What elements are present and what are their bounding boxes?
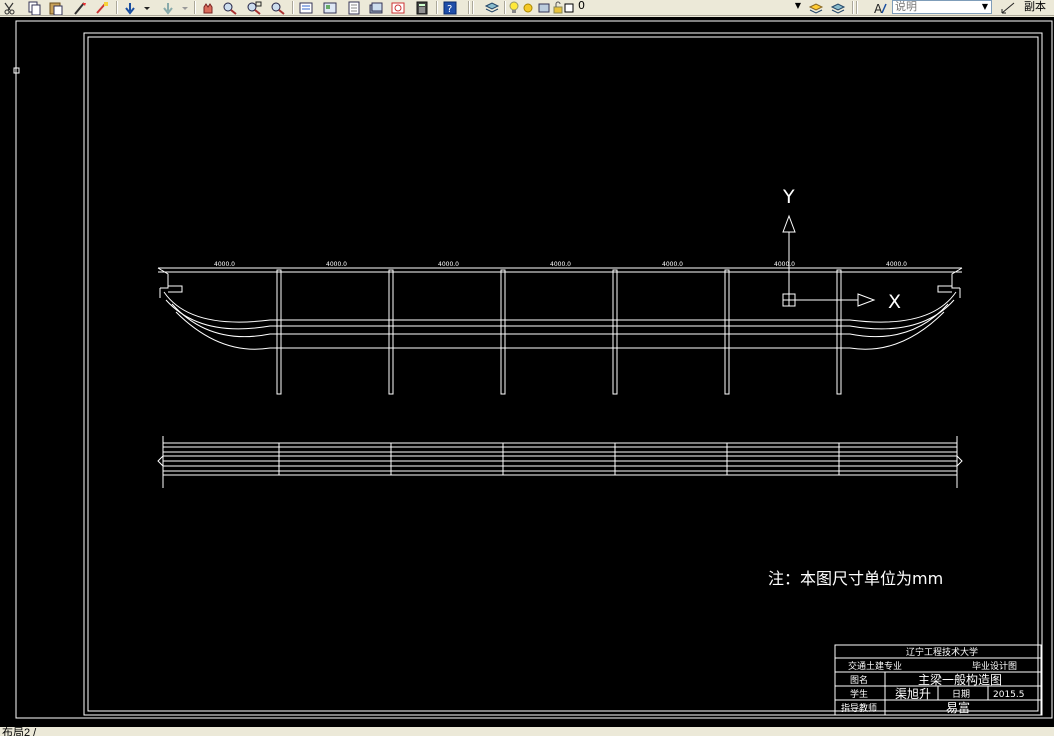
date-value: 2015.5 [993, 690, 1025, 700]
student-label: 学生 [850, 688, 868, 700]
matchprop-icon[interactable] [72, 0, 88, 15]
dimension-label: 4000.0 [662, 261, 683, 268]
ucs-icon [782, 214, 876, 307]
major-label: 交通土建专业 [848, 660, 902, 672]
svg-text:?: ? [447, 4, 452, 15]
units-note: 注：本图尺寸单位为mm [768, 569, 943, 588]
advisor-label: 指导教师 [841, 702, 877, 714]
drawing-canvas[interactable]: 4000.0 4000.0 4000.0 4000.0 4000.0 4000.… [0, 17, 1054, 727]
design-type-label: 毕业设计图 [972, 660, 1017, 672]
layer-unlock-icon[interactable] [552, 0, 564, 14]
layout-tabs-bar: 布局2 / [0, 727, 1054, 736]
paper-boundary [15, 20, 1053, 719]
toolbar-separator [852, 1, 854, 14]
toolbar-separator [504, 1, 506, 14]
designcenter-icon[interactable] [322, 0, 338, 14]
toolpalettes-icon[interactable] [346, 0, 362, 15]
calculator-icon[interactable] [414, 0, 430, 15]
dimension-label: 4000.0 [326, 261, 347, 268]
cut-icon[interactable] [2, 0, 18, 15]
svg-text:A: A [874, 2, 883, 15]
toolbar-grip [472, 1, 474, 14]
chevron-down-icon[interactable]: ▼ [980, 2, 990, 12]
diaphragm-posts [276, 269, 842, 395]
dimension-labels: 4000.0 4000.0 4000.0 4000.0 4000.0 4000.… [214, 261, 907, 268]
toolbar-separator [292, 1, 294, 14]
drawing-frame-outer [83, 32, 1043, 716]
zoom-realtime-icon[interactable] [222, 0, 238, 15]
undo-dropdown-icon[interactable] [142, 0, 152, 14]
toolbar-separator [194, 1, 196, 14]
layer-dropdown[interactable]: 0 ▼ [576, 0, 804, 14]
dimension-label: 4000.0 [214, 261, 235, 268]
girder-plan [157, 436, 963, 488]
paste-icon[interactable] [48, 0, 64, 15]
layer-on-bulb-icon[interactable] [508, 0, 520, 14]
pan-icon[interactable] [200, 0, 216, 14]
toolbar-separator [116, 1, 118, 14]
girder-elevation [157, 267, 963, 395]
student-name: 渠旭升 [895, 687, 931, 701]
layer-dropdown-value: 0 [578, 0, 585, 12]
chevron-down-icon[interactable]: ▼ [793, 1, 803, 11]
markup-icon[interactable] [390, 0, 406, 14]
text-style-icon[interactable]: A [872, 0, 888, 15]
drawing-name-value: 主梁一般构造图 [918, 672, 1002, 687]
ucs-x-label: X [888, 291, 901, 313]
text-style-value: 说明 [895, 0, 917, 13]
dimension-label: 4000.0 [550, 261, 571, 268]
date-label: 日期 [952, 689, 970, 700]
undo-icon[interactable] [122, 0, 138, 15]
standard-toolbar: ? 0 ▼ A 说明 ▼ 副本 [0, 0, 1054, 16]
redo-icon[interactable] [160, 0, 176, 15]
title-block-text: 辽宁工程技术大学 交通土建专业 毕业设计图 图名 主梁一般构造图 学生 渠旭升 … [841, 646, 1025, 715]
help-icon[interactable]: ? [442, 0, 458, 15]
dimension-label: 4000.0 [774, 261, 795, 268]
layer-previous-icon[interactable] [830, 0, 846, 14]
brush-icon[interactable] [94, 0, 110, 14]
ucs-y-label: Y [782, 186, 795, 208]
copy-label[interactable]: 副本 [1024, 0, 1046, 14]
advisor-name: 易富 [946, 700, 970, 715]
properties-icon[interactable] [298, 0, 314, 14]
drawing-name-label: 图名 [850, 674, 868, 686]
layer-color-swatch-icon[interactable] [564, 0, 574, 14]
layer-thaw-sun-icon[interactable] [522, 0, 534, 14]
dimension-label: 4000.0 [886, 261, 907, 268]
toolbar-grip [856, 1, 858, 14]
dimension-label: 4000.0 [438, 261, 459, 268]
university-name: 辽宁工程技术大学 [906, 646, 978, 658]
copy-icon[interactable] [26, 0, 42, 15]
layout-tab-2[interactable]: 布局2 / [2, 727, 36, 736]
zoom-window-icon[interactable] [246, 0, 262, 15]
sheetset-icon[interactable] [368, 0, 384, 14]
toolbar-separator [468, 1, 470, 14]
toolbar-separator [436, 1, 438, 14]
layer-viewport-icon[interactable] [538, 0, 550, 14]
make-object-layer-current-icon[interactable] [808, 0, 824, 14]
drawing-frame-inner [87, 36, 1039, 712]
text-style-dropdown[interactable]: 说明 ▼ [892, 0, 992, 14]
drawing-svg: 4000.0 4000.0 4000.0 4000.0 4000.0 4000.… [13, 20, 1053, 719]
layer-properties-icon[interactable] [484, 0, 500, 14]
dimension-style-icon[interactable] [1000, 0, 1016, 14]
zoom-previous-icon[interactable] [270, 0, 286, 15]
redo-dropdown-icon[interactable] [180, 0, 190, 14]
